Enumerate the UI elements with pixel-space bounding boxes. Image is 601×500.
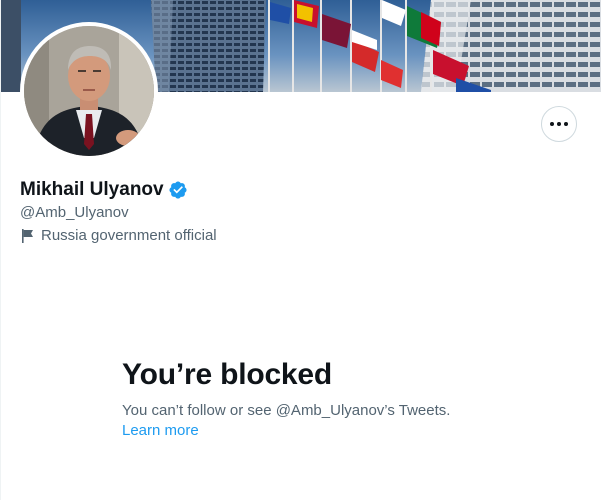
more-options-button[interactable]	[541, 106, 577, 142]
profile-avatar[interactable]	[20, 22, 158, 160]
more-horizontal-icon	[550, 122, 568, 126]
profile-handle: @Amb_Ulyanov	[20, 204, 129, 221]
flag-icon	[22, 229, 33, 243]
verified-badge-icon[interactable]	[168, 180, 188, 200]
profile-category-label: Russia government official	[41, 227, 217, 244]
learn-more-link[interactable]: Learn more	[122, 421, 199, 441]
profile-category: Russia government official	[20, 226, 217, 246]
profile-page: Mikhail Ulyanov @Amb_Ulyanov Russia gove…	[0, 0, 601, 500]
blocked-message: You can’t follow or see @Amb_Ulyanov’s T…	[122, 402, 451, 419]
blocked-title: You’re blocked	[122, 358, 333, 391]
profile-name-row: Mikhail Ulyanov	[20, 178, 188, 202]
profile-display-name: Mikhail Ulyanov	[20, 179, 164, 200]
